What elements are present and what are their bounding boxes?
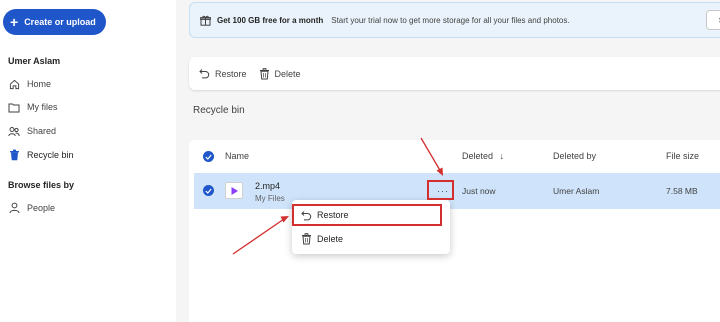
arrowhead-icon — [280, 216, 289, 223]
annotation-arrow-restore — [232, 218, 285, 255]
annotation-arrow-more — [420, 137, 442, 173]
annotation-arrows — [232, 137, 443, 255]
